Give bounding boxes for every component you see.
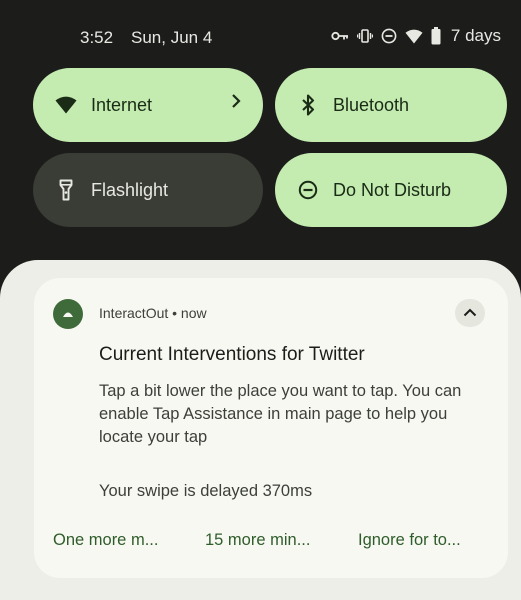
battery-text: 7 days bbox=[450, 26, 501, 45]
status-icons: 7 days bbox=[331, 26, 501, 46]
collapse-button[interactable] bbox=[455, 299, 485, 327]
tile-internet-label: Internet bbox=[91, 94, 153, 115]
action-ignore-for-today[interactable]: Ignore for to... bbox=[358, 531, 461, 550]
battery-icon bbox=[431, 27, 441, 45]
action-15-more-minutes[interactable]: 15 more min... bbox=[205, 531, 310, 550]
notification-body: Tap a bit lower the place you want to ta… bbox=[99, 382, 462, 446]
chevron-up-icon bbox=[463, 304, 477, 322]
chevron-right-icon bbox=[231, 93, 241, 114]
action-one-more-minute[interactable]: One more m... bbox=[53, 531, 158, 550]
tile-flashlight[interactable]: Flashlight bbox=[33, 153, 263, 227]
tile-do-not-disturb[interactable]: Do Not Disturb bbox=[275, 153, 507, 227]
notification-app-name: InteractOut • now bbox=[99, 305, 207, 321]
wifi-icon bbox=[405, 29, 423, 44]
notification-title: Current Interventions for Twitter bbox=[99, 344, 365, 365]
tile-internet[interactable]: Internet bbox=[33, 68, 263, 142]
status-time: 3:52 bbox=[80, 28, 114, 47]
wifi-icon bbox=[55, 94, 77, 116]
flashlight-icon bbox=[55, 179, 77, 201]
vibrate-icon bbox=[356, 29, 373, 43]
tile-bluetooth[interactable]: Bluetooth bbox=[275, 68, 507, 142]
status-date: Sun, Jun 4 bbox=[131, 28, 213, 47]
tile-bluetooth-label: Bluetooth bbox=[333, 94, 410, 115]
tile-flashlight-label: Flashlight bbox=[91, 179, 169, 200]
bluetooth-icon bbox=[297, 94, 319, 116]
notification-body-secondary: Your swipe is delayed 370ms bbox=[99, 482, 313, 500]
dnd-icon bbox=[297, 179, 319, 201]
tile-dnd-label: Do Not Disturb bbox=[333, 179, 452, 200]
app-icon bbox=[53, 299, 83, 329]
key-icon bbox=[331, 30, 349, 42]
status-bar: 3:52 Sun, Jun 4 7 days bbox=[0, 0, 521, 78]
dnd-icon bbox=[381, 28, 397, 44]
